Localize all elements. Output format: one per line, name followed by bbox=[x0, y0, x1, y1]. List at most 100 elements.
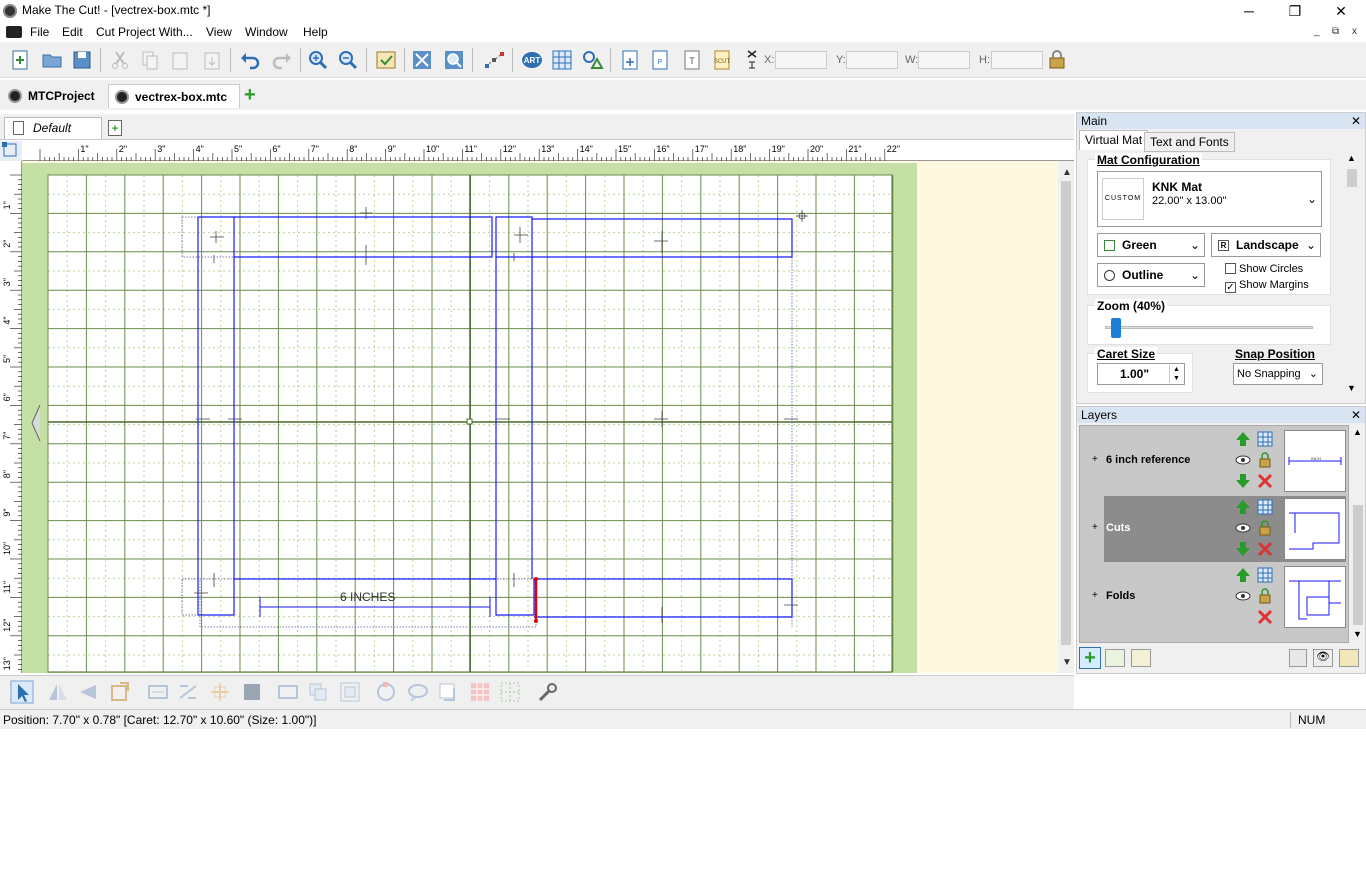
rotate-icon[interactable] bbox=[108, 680, 132, 704]
check-fit-button[interactable] bbox=[374, 48, 398, 72]
tab-default-page[interactable]: Default Page bbox=[4, 117, 102, 155]
eye-icon[interactable] bbox=[1234, 587, 1252, 605]
duplicate-layer-icon[interactable] bbox=[1105, 649, 1125, 667]
distribute-icon[interactable] bbox=[176, 680, 200, 704]
canvas-vertical-scrollbar[interactable]: ▲ ▼ bbox=[1058, 161, 1074, 673]
mdi-minimize-button[interactable]: _ bbox=[1314, 26, 1320, 37]
layer-grid-icon[interactable] bbox=[1256, 430, 1274, 448]
scrollbar-thumb[interactable] bbox=[1353, 505, 1363, 625]
move-layer-up-icon[interactable] bbox=[1234, 498, 1252, 516]
menu-file[interactable]: File bbox=[30, 25, 49, 39]
scroll-down-icon[interactable]: ▼ bbox=[1347, 383, 1356, 393]
fit-to-page-button[interactable] bbox=[410, 48, 434, 72]
zoom-fit-button[interactable] bbox=[442, 48, 466, 72]
shape-speech-icon[interactable] bbox=[406, 680, 430, 704]
scroll-up-icon[interactable]: ▲ bbox=[1347, 153, 1356, 163]
eye-icon[interactable] bbox=[1234, 451, 1252, 469]
weld-icon[interactable] bbox=[276, 680, 300, 704]
import-scut-button[interactable]: SCUT bbox=[710, 48, 734, 72]
paste-button[interactable] bbox=[168, 48, 192, 72]
lock-icon[interactable] bbox=[1256, 451, 1274, 469]
lock-icon[interactable] bbox=[1256, 587, 1274, 605]
flip-vertical-icon[interactable] bbox=[76, 680, 100, 704]
visibility-all-icon[interactable]: 👁 bbox=[1313, 649, 1333, 667]
size-toggle-button[interactable] bbox=[740, 48, 757, 72]
eye-icon[interactable] bbox=[1234, 519, 1252, 537]
expand-layer-icon[interactable]: + bbox=[1092, 590, 1098, 601]
expand-layer-icon[interactable]: + bbox=[1092, 454, 1098, 465]
lock-icon[interactable] bbox=[1256, 519, 1274, 537]
shadow-icon[interactable] bbox=[436, 680, 460, 704]
menu-window[interactable]: Window bbox=[245, 25, 288, 39]
tab-virtual-mat[interactable]: Virtual Mat bbox=[1079, 130, 1149, 150]
move-layer-up-icon[interactable] bbox=[1234, 566, 1252, 584]
scroll-down-icon[interactable]: ▼ bbox=[1353, 629, 1362, 639]
minimize-button[interactable]: ─ bbox=[1226, 0, 1272, 22]
fill-icon[interactable] bbox=[240, 680, 264, 704]
art-library-button[interactable]: ART bbox=[520, 48, 544, 72]
mdi-close-button[interactable]: x bbox=[1352, 26, 1357, 37]
shapes-button[interactable] bbox=[580, 48, 604, 72]
orientation-dropdown[interactable]: R Landscape ⌄ bbox=[1211, 233, 1321, 257]
mdi-restore-button[interactable]: ⧉ bbox=[1332, 26, 1339, 37]
y-input[interactable] bbox=[846, 51, 898, 69]
tab-text-and-fonts[interactable]: Text and Fonts bbox=[1144, 132, 1235, 152]
close-panel-icon[interactable]: ✕ bbox=[1351, 407, 1361, 423]
tab-mtcproject-1[interactable]: MTCProject 1 bbox=[2, 84, 106, 127]
menu-cut-project-with[interactable]: Cut Project With... bbox=[96, 25, 193, 39]
ruler-corner-button[interactable] bbox=[0, 141, 22, 161]
h-input[interactable] bbox=[991, 51, 1043, 69]
zoom-slider-track[interactable] bbox=[1105, 326, 1313, 329]
delete-layer-icon[interactable] bbox=[1256, 540, 1274, 558]
paste-special-button[interactable] bbox=[200, 48, 224, 72]
layer-row[interactable]: + 6 inch reference INCH bbox=[1092, 428, 1346, 494]
mat-color-dropdown[interactable]: Green ⌄ bbox=[1097, 233, 1205, 257]
move-layer-down-icon[interactable] bbox=[1234, 472, 1252, 490]
move-layer-up-icon[interactable] bbox=[1234, 430, 1252, 448]
import-text-button[interactable]: T bbox=[680, 48, 704, 72]
main-panel-scrollbar[interactable]: ▲ ▼ bbox=[1345, 153, 1359, 397]
layer-grid-icon[interactable] bbox=[1256, 498, 1274, 516]
new-file-button[interactable] bbox=[8, 48, 32, 72]
layer-row[interactable]: + Cuts bbox=[1092, 496, 1346, 562]
align-icon[interactable] bbox=[146, 680, 170, 704]
pattern-fill-icon[interactable] bbox=[468, 680, 492, 704]
close-button[interactable]: ✕ bbox=[1318, 0, 1364, 22]
mat-select-dropdown[interactable]: CUSTOM KNK Mat 22.00" x 13.00" ⌄ bbox=[1097, 171, 1322, 227]
scroll-up-icon[interactable]: ▲ bbox=[1353, 427, 1362, 437]
node-edit-icon[interactable] bbox=[374, 680, 398, 704]
redo-button[interactable] bbox=[270, 48, 294, 72]
lock-all-icon[interactable] bbox=[1339, 649, 1359, 667]
zoom-slider-thumb[interactable] bbox=[1111, 318, 1121, 338]
delete-layer-icon[interactable] bbox=[1289, 649, 1307, 667]
layer-grid-icon[interactable] bbox=[1256, 566, 1274, 584]
delete-layer-icon[interactable] bbox=[1256, 608, 1274, 626]
expand-layer-icon[interactable]: + bbox=[1092, 522, 1098, 533]
zoom-in-icon[interactable] bbox=[306, 48, 330, 72]
delete-layer-icon[interactable] bbox=[1256, 472, 1274, 490]
menu-help[interactable]: Help bbox=[303, 25, 328, 39]
caret-size-input[interactable]: 1.00" ▲ ▼ bbox=[1097, 363, 1185, 385]
flip-horizontal-icon[interactable] bbox=[46, 680, 70, 704]
add-layer-button[interactable]: + bbox=[1079, 647, 1101, 669]
layer-row[interactable]: + Folds bbox=[1092, 564, 1346, 630]
tab-vectrex-box[interactable]: vectrex-box.mtc * bbox=[108, 84, 240, 128]
cut-button[interactable] bbox=[108, 48, 132, 72]
lock-proportions-icon[interactable] bbox=[1045, 48, 1067, 72]
document-menu-icon[interactable] bbox=[6, 26, 22, 38]
add-document-tab-button[interactable]: + bbox=[244, 84, 256, 106]
virtual-mat-canvas[interactable]: 6 INCHES bbox=[22, 161, 1058, 673]
grid-pattern-icon[interactable] bbox=[498, 680, 522, 704]
ungroup-icon[interactable] bbox=[338, 680, 362, 704]
snap-position-dropdown[interactable]: No Snapping ⌄ bbox=[1233, 363, 1323, 385]
copy-button[interactable] bbox=[138, 48, 162, 72]
group-icon[interactable] bbox=[306, 680, 330, 704]
scroll-up-icon[interactable]: ▲ bbox=[1062, 167, 1072, 178]
menu-edit[interactable]: Edit bbox=[62, 25, 83, 39]
close-panel-icon[interactable]: ✕ bbox=[1351, 113, 1361, 129]
center-icon[interactable] bbox=[208, 680, 232, 704]
nodes-button[interactable] bbox=[482, 48, 506, 72]
show-margins-checkbox[interactable]: ✓ Show Margins bbox=[1225, 279, 1309, 293]
undo-button[interactable] bbox=[238, 48, 262, 72]
caret-size-stepper[interactable]: ▲ ▼ bbox=[1169, 365, 1183, 383]
